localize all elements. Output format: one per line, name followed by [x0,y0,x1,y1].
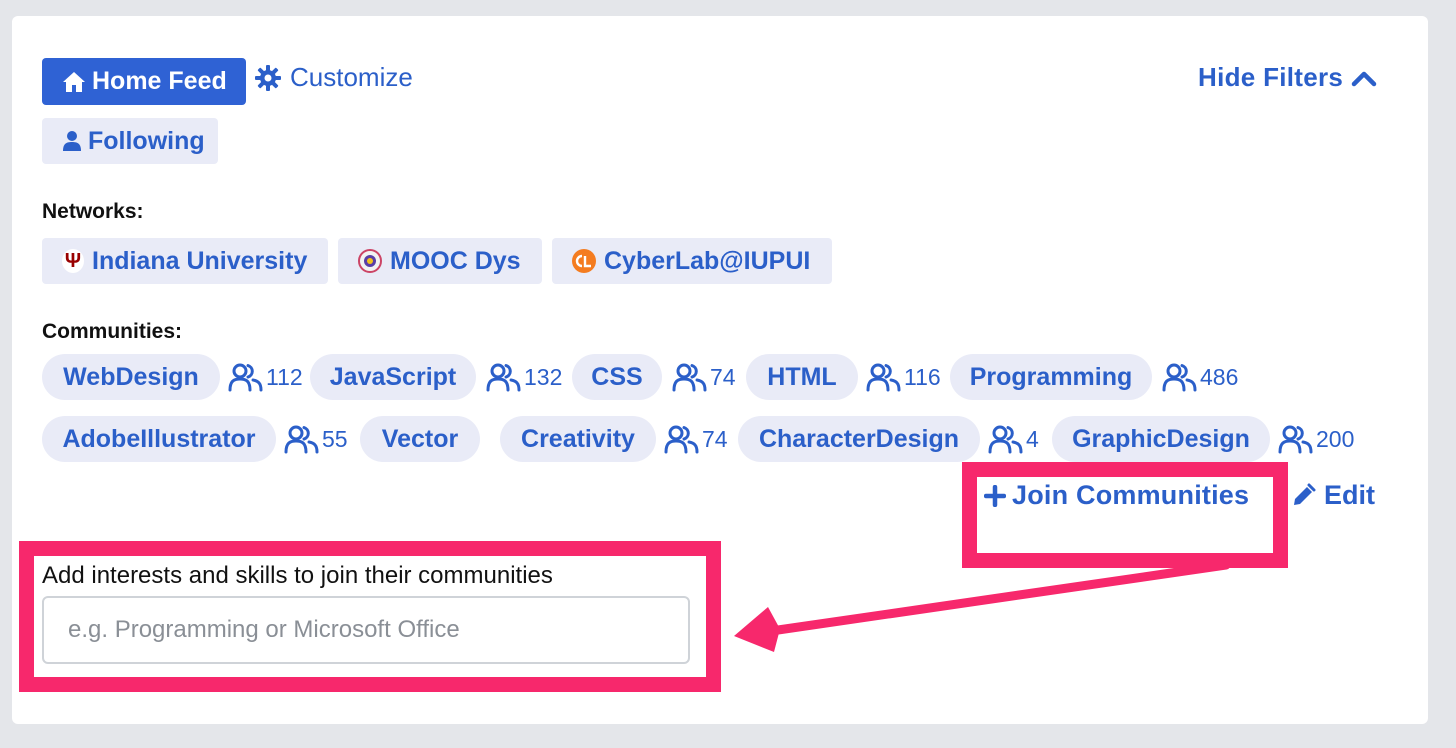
customize-link[interactable]: Customize [254,62,413,93]
community-member-count: 200 [1278,416,1354,462]
home-feed-button[interactable]: Home Feed [42,58,246,105]
community-member-count: 4 [988,416,1039,462]
community-label: Programming [969,362,1133,391]
member-count: 4 [1026,425,1039,452]
community-webdesign[interactable]: WebDesign [42,354,220,400]
networks-heading: Networks: [42,200,144,223]
mooc-dys-logo-icon [358,249,382,273]
community-label: AdobeIllustrator [62,424,256,453]
community-label: Creativity [521,424,635,453]
community-member-count: 116 [866,354,941,400]
community-member-count: 74 [664,416,728,462]
edit-communities-link[interactable]: Edit [1290,480,1375,511]
home-icon [62,71,86,93]
community-label: CSS [591,362,643,391]
community-html[interactable]: HTML [746,354,858,400]
community-label: JavaScript [329,362,457,391]
community-label: CharacterDesign [758,424,960,453]
member-count: 116 [904,363,941,390]
edit-label: Edit [1324,480,1375,510]
join-communities-highlight-box [962,462,1288,568]
community-label: GraphicDesign [1072,424,1250,453]
community-graphicdesign[interactable]: GraphicDesign [1052,416,1270,462]
member-count: 74 [702,425,728,452]
network-label: Indiana University [92,246,308,275]
customize-label: Customize [290,62,413,92]
pencil-icon [1290,483,1316,509]
community-adobeillustrator[interactable]: AdobeIllustrator [42,416,276,462]
following-label: Following [88,126,205,155]
users-icon [486,362,522,392]
network-label: CyberLab@IUPUI [604,246,811,275]
network-cyberlab-iupui[interactable]: CyberLab@IUPUI [552,238,832,284]
community-member-count: 486 [1162,354,1238,400]
users-icon [664,424,700,454]
member-count: 55 [322,425,348,452]
community-member-count: 74 [672,354,736,400]
community-css[interactable]: CSS [572,354,662,400]
network-label: MOOC Dys [390,246,521,275]
community-characterdesign[interactable]: CharacterDesign [738,416,980,462]
users-icon [1162,362,1198,392]
member-count: 112 [266,363,303,390]
users-icon [988,424,1024,454]
community-member-count: 55 [284,416,348,462]
member-count: 132 [524,363,563,390]
home-feed-label: Home Feed [92,67,227,95]
community-member-count: 132 [486,354,562,400]
chevron-up-icon [1351,69,1377,87]
community-label: Vector [381,424,459,453]
community-programming[interactable]: Programming [950,354,1152,400]
member-count: 486 [1200,363,1239,390]
user-icon [62,130,82,152]
gear-icon [254,64,282,92]
following-button[interactable]: Following [42,118,218,164]
users-icon [284,424,320,454]
indiana-university-logo-icon: Ψ [62,249,84,273]
users-icon [866,362,902,392]
community-javascript[interactable]: JavaScript [310,354,476,400]
cyberlab-logo-icon [572,249,596,273]
community-label: HTML [767,362,837,391]
community-creativity[interactable]: Creativity [500,416,656,462]
network-mooc-dys[interactable]: MOOC Dys [338,238,542,284]
network-indiana-university[interactable]: Ψ Indiana University [42,238,328,284]
interests-input-highlight-box [19,541,721,692]
community-member-count: 112 [228,354,303,400]
member-count: 200 [1316,425,1355,452]
users-icon [1278,424,1314,454]
users-icon [228,362,264,392]
member-count: 74 [710,363,736,390]
community-vector[interactable]: Vector [360,416,480,462]
community-label: WebDesign [63,362,199,391]
communities-heading: Communities: [42,320,183,343]
hide-filters-label: Hide Filters [1198,62,1344,92]
hide-filters-link[interactable]: Hide Filters [1198,62,1377,93]
users-icon [672,362,708,392]
